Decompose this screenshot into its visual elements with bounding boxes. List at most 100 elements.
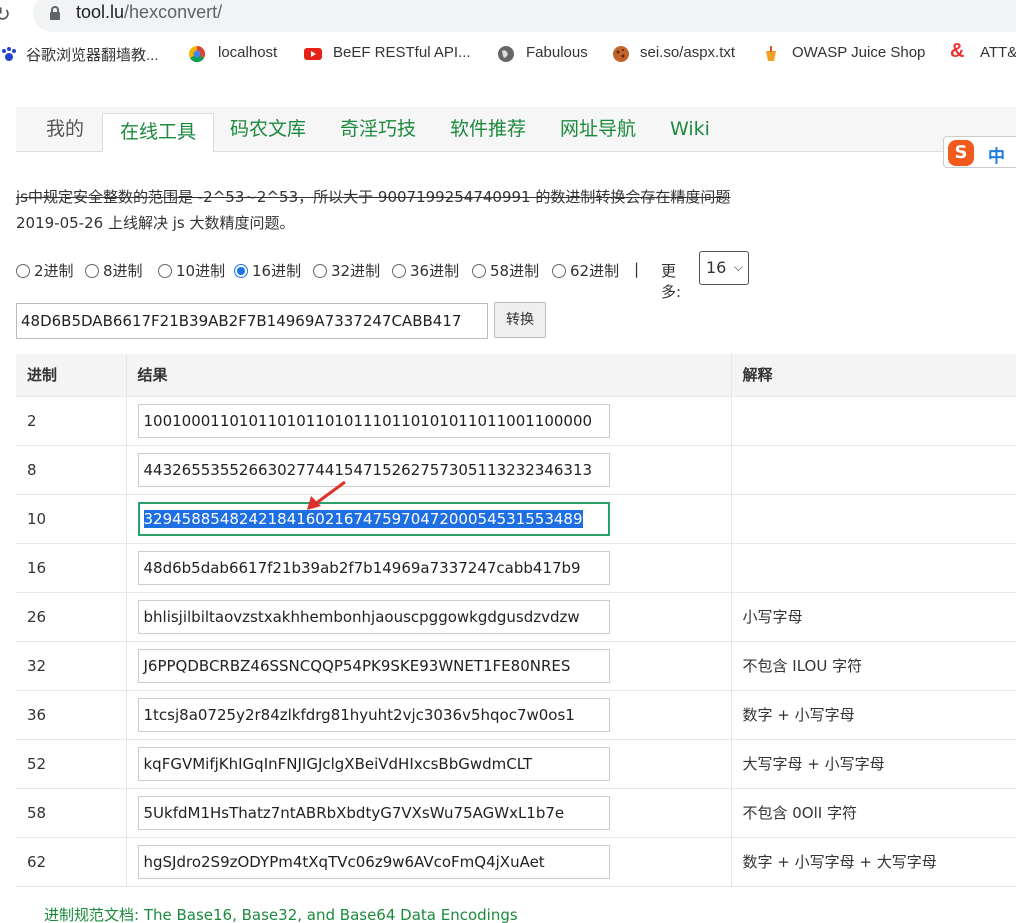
radio-icon (158, 264, 172, 278)
row-desc: 数字 + 小写字母 (731, 690, 1016, 740)
bookmark-item[interactable]: ATT& (980, 44, 1016, 61)
tab-url-nav[interactable]: 网址导航 (560, 107, 636, 152)
radio-base-58[interactable]: 58进制 (472, 260, 539, 281)
result-field[interactable]: 5UkfdM1HsThatz7ntABRbXbdtyG7VXsWu75AGWxL… (137, 795, 610, 830)
globe-icon (498, 46, 514, 62)
tab-online-tools[interactable]: 在线工具 (102, 113, 215, 153)
result-field[interactable]: bhlisjilbiltaovzstxakhhembonhjaouscpggow… (137, 599, 610, 634)
result-field[interactable]: hgSJdro2S9zODYPm4tXqTVc06z9w6AVcoFmQ4jXu… (137, 844, 610, 879)
radio-base-62[interactable]: 62进制 (552, 260, 619, 281)
row-base: 58 (16, 788, 127, 838)
radio-base-32[interactable]: 32进制 (313, 260, 380, 281)
annotation-arrow-icon (307, 480, 346, 510)
lock-icon[interactable] (50, 6, 60, 20)
row-base: 36 (16, 690, 127, 740)
bookmark-item[interactable]: BeEF RESTful API... (333, 44, 471, 61)
ampersand-icon: & (950, 40, 965, 62)
tab-mine[interactable]: 我的 (46, 107, 84, 152)
row-desc: 不包含 ILOU 字符 (731, 641, 1016, 691)
row-base: 32 (16, 641, 127, 691)
tab-coder-library[interactable]: 码农文库 (230, 107, 306, 152)
header-result: 结果 (126, 354, 732, 397)
address-bar: ↻ tool.lu/hexconvert/ (0, 0, 1016, 32)
convert-button[interactable]: 转换 (494, 302, 546, 338)
chrome-like-icon (189, 45, 206, 63)
cookie-icon (613, 46, 629, 62)
table-row: 26 bhlisjilbiltaovzstxakhhembonhjaouscpg… (16, 592, 1016, 642)
row-desc: 数字 + 小写字母 + 大写字母 (731, 837, 1016, 887)
row-desc (731, 543, 1016, 593)
result-field[interactable]: 1tcsj8a0725y2r84zlkfdrg81hyuht2vjc3036v5… (137, 697, 610, 732)
row-desc: 小写字母 (731, 592, 1016, 642)
header-base: 进制 (16, 354, 127, 397)
header-desc: 解释 (731, 354, 1016, 397)
row-desc: 大写字母 + 小写字母 (731, 739, 1016, 789)
radio-icon (85, 264, 99, 278)
table-row: 62 hgSJdro2S9zODYPm4tXqTVc06z9w6AVcoFmQ4… (16, 837, 1016, 887)
row-base: 26 (16, 592, 127, 642)
radio-base-36[interactable]: 36进制 (392, 260, 459, 281)
result-field[interactable]: J6PPQDBCRBZ46SSNCQQP54PK9SKE93WNET1FE80N… (137, 648, 610, 683)
main-nav: 我的 在线工具 码农文库 奇淫巧技 软件推荐 网址导航 Wiki (16, 107, 1016, 153)
number-input[interactable]: 48D6B5DAB6617F21B39AB2F7B14969A7337247CA… (16, 303, 488, 339)
bookmark-item[interactable]: OWASP Juice Shop (792, 44, 925, 61)
bookmark-item[interactable]: localhost (218, 44, 277, 61)
bookmarks-bar: 谷歌浏览器翻墙教... localhost BeEF RESTful API..… (0, 38, 1016, 72)
url-text[interactable]: tool.lu/hexconvert/ (76, 2, 222, 23)
radio-icon (313, 264, 327, 278)
radio-icon (16, 264, 30, 278)
result-field[interactable]: 4432655355266302774415471526275730511323… (137, 452, 610, 487)
radio-icon (552, 264, 566, 278)
ime-indicator[interactable]: S 中 (943, 136, 1016, 168)
more-label: 更多: (661, 262, 682, 301)
bookmark-item[interactable]: Fabulous (526, 44, 588, 61)
table-row: 10 3294588548242184160216747597047200054… (16, 494, 1016, 544)
ime-mode: 中 (988, 147, 1005, 167)
result-field[interactable]: 48d6b5dab6617f21b39ab2f7b14969a7337247ca… (137, 550, 610, 585)
spec-doc-link[interactable]: 进制规范文档: The Base16, Base32, and Base64 D… (44, 904, 518, 923)
table-row: 2 10010001101011010110101110110101011011… (16, 396, 1016, 446)
precision-note: js中规定安全整数的范围是 -2^53~2^53，所以大于 9007199254… (16, 188, 731, 206)
row-base: 52 (16, 739, 127, 789)
table-header-row: 进制 结果 解释 (16, 354, 1016, 397)
radio-base-16[interactable]: 16进制 (234, 260, 301, 281)
radio-base-10[interactable]: 10进制 (158, 260, 225, 281)
row-base: 8 (16, 445, 127, 495)
reload-icon[interactable]: ↻ (0, 2, 11, 26)
row-desc: 不包含 0OlI 字符 (731, 788, 1016, 838)
youtube-icon (304, 48, 322, 60)
table-row: 16 48d6b5dab6617f21b39ab2f7b14969a733724… (16, 543, 1016, 593)
sogou-icon: S (948, 140, 974, 166)
row-desc (731, 445, 1016, 495)
row-base: 16 (16, 543, 127, 593)
results-table: 进制 结果 解释 2 10010001101011010110101110110… (16, 354, 1016, 887)
radio-base-2[interactable]: 2进制 (16, 260, 74, 281)
table-row: 32 J6PPQDBCRBZ46SSNCQQP54PK9SKE93WNET1FE… (16, 641, 1016, 691)
row-base: 2 (16, 396, 127, 446)
table-row: 8 44326553552663027744154715262757305113… (16, 445, 1016, 495)
bookmark-item[interactable]: sei.so/aspx.txt (640, 44, 735, 61)
table-row: 36 1tcsj8a0725y2r84zlkfdrg81hyuht2vjc303… (16, 690, 1016, 740)
tab-wiki[interactable]: Wiki (670, 107, 710, 152)
tab-tricks[interactable]: 奇淫巧技 (340, 107, 416, 152)
row-desc (731, 494, 1016, 544)
row-base: 62 (16, 837, 127, 887)
paw-icon (2, 47, 16, 61)
separator: | (634, 260, 640, 278)
more-base-select[interactable]: 16 ⌵ (699, 251, 749, 285)
result-field-selected[interactable]: 3294588548242184160216747597047200054531… (137, 501, 610, 536)
table-row: 52 kqFGVMifjKhIGqInFNJIGJclgXBeiVdHIxcsB… (16, 739, 1016, 789)
radio-icon (392, 264, 406, 278)
row-base: 10 (16, 494, 127, 544)
update-note: 2019-05-26 上线解决 js 大数精度问题。 (16, 214, 295, 232)
row-desc (731, 396, 1016, 446)
table-row: 58 5UkfdM1HsThatz7ntABRbXbdtyG7VXsWu75AG… (16, 788, 1016, 838)
radio-icon (472, 264, 486, 278)
radio-selected-icon (234, 264, 248, 278)
result-field[interactable]: kqFGVMifjKhIGqInFNJIGJclgXBeiVdHIxcsBbGw… (137, 746, 610, 781)
radio-base-8[interactable]: 8进制 (85, 260, 143, 281)
result-field[interactable]: 1001000110101101011010111011010101101100… (137, 403, 610, 438)
juice-icon (766, 46, 776, 61)
tab-software[interactable]: 软件推荐 (450, 107, 526, 152)
bookmark-item[interactable]: 谷歌浏览器翻墙教... (26, 44, 159, 65)
